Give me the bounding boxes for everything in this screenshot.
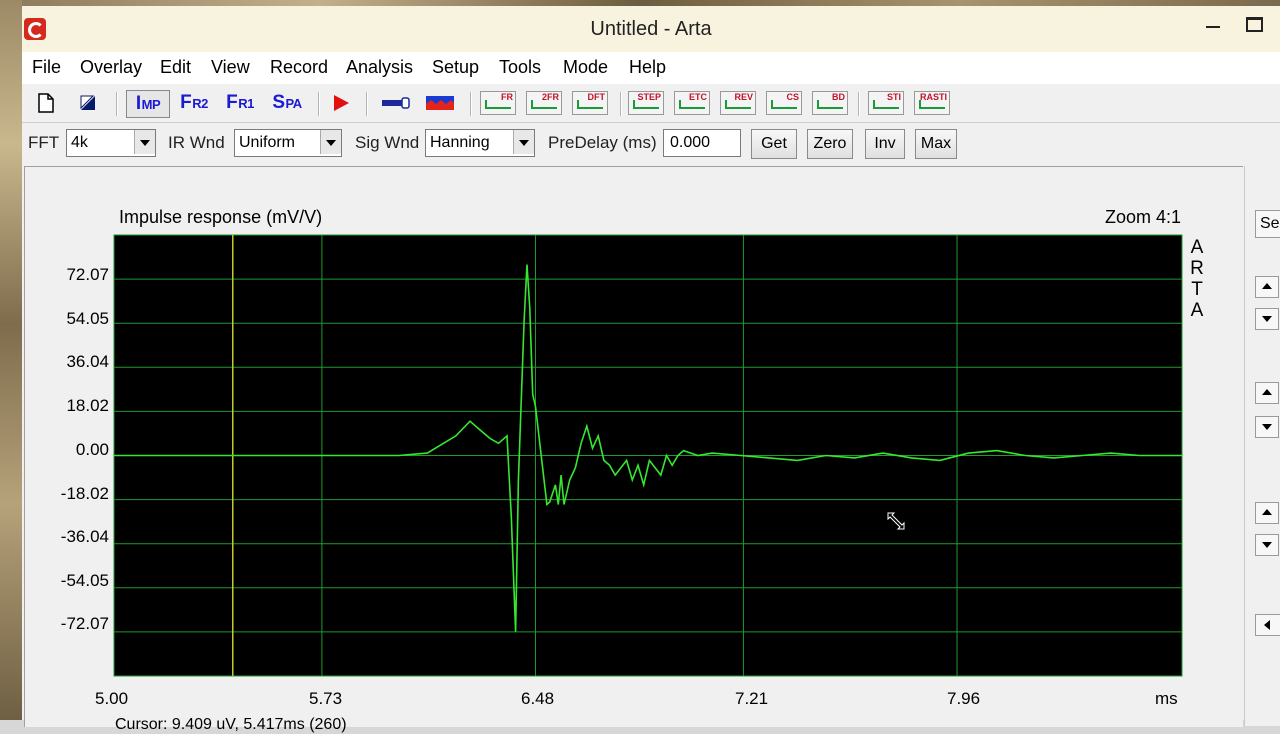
- signal-level-icon[interactable]: [424, 90, 456, 116]
- mode-fr2-main: F: [180, 92, 192, 113]
- sig-wnd-select[interactable]: Hanning: [425, 129, 535, 157]
- generator-icon[interactable]: [380, 90, 412, 116]
- etc-graph-button[interactable]: ETC: [674, 90, 710, 116]
- set-button[interactable]: Se: [1255, 210, 1280, 238]
- x-tick-label: 7.21: [735, 689, 769, 708]
- mode-fr1-main: F: [226, 92, 238, 113]
- menu-help[interactable]: Help: [629, 57, 666, 78]
- menu-analysis[interactable]: Analysis: [346, 57, 413, 78]
- plot-panel: Impulse response (mV/V) Zoom 4:1 ARTA 72…: [24, 166, 1243, 733]
- minimize-button[interactable]: [1202, 14, 1226, 38]
- menu-mode[interactable]: Mode: [563, 57, 608, 78]
- fft-select[interactable]: 4k: [66, 129, 156, 157]
- menu-tools[interactable]: Tools: [499, 57, 541, 78]
- open-arrow-icon[interactable]: [76, 90, 100, 116]
- arta-window: Untitled - Arta File Overlay Edit View R…: [22, 6, 1280, 733]
- mode-spa-sub: PA: [285, 96, 303, 111]
- mode-fr1-sub: R1: [238, 96, 254, 111]
- impulse-response-chart[interactable]: [25, 167, 1243, 727]
- x-tick-label: 6.48: [521, 689, 555, 708]
- impulse-mode-button[interactable]: IMP: [126, 90, 170, 118]
- x-axis-unit: ms: [1155, 689, 1178, 708]
- zero-button[interactable]: Zero: [807, 129, 853, 159]
- x-tick-label: 5.00: [95, 689, 129, 708]
- range-down-button[interactable]: [1255, 416, 1279, 438]
- offset-up-button[interactable]: [1255, 502, 1279, 524]
- mode-imp-sub: MP: [141, 97, 161, 112]
- menu-bar: File Overlay Edit View Record Analysis S…: [22, 52, 1280, 84]
- chevron-down-icon[interactable]: [320, 130, 341, 154]
- menu-file[interactable]: File: [32, 57, 61, 78]
- toolbar-separator: [318, 92, 320, 116]
- x-tick-label: 7.96: [947, 689, 981, 708]
- window-title: Untitled - Arta: [590, 18, 712, 40]
- sig-wnd-value: Hanning: [430, 134, 490, 151]
- fft-label: FFT: [28, 133, 60, 152]
- toolbar-separator: [116, 92, 118, 116]
- fr1-mode-button[interactable]: FR1: [220, 90, 260, 116]
- play-icon[interactable]: [328, 90, 354, 116]
- right-control-panel: Se: [1244, 166, 1280, 726]
- title-bar[interactable]: Untitled - Arta: [22, 6, 1280, 52]
- new-file-icon[interactable]: [34, 90, 58, 116]
- predelay-value: 0.000: [670, 134, 711, 151]
- inv-button[interactable]: Inv: [865, 129, 905, 159]
- fr2-mode-button[interactable]: FR2: [174, 90, 214, 116]
- y-tick-label: -72.07: [60, 614, 109, 633]
- y-tick-label: -18.02: [60, 484, 109, 503]
- ir-wnd-label: IR Wnd: [168, 133, 225, 152]
- toolbar-separator: [620, 92, 622, 116]
- menu-overlay[interactable]: Overlay: [80, 57, 142, 78]
- chevron-down-icon[interactable]: [134, 130, 155, 154]
- desktop-background-left: [0, 0, 22, 720]
- step-graph-button[interactable]: STEP: [628, 90, 664, 116]
- cursor-readout: Cursor: 9.409 uV, 5.417ms (260): [115, 716, 347, 733]
- rev-graph-button[interactable]: REV: [720, 90, 756, 116]
- toolbar-separator: [366, 92, 368, 116]
- mode-fr2-sub: R2: [192, 96, 208, 111]
- toolbar: IMP FR2 FR1 SPA FR 2FR DFT STEP ETC REV …: [22, 84, 1280, 123]
- top-scale-up-button[interactable]: [1255, 276, 1279, 298]
- menu-view[interactable]: View: [211, 57, 250, 78]
- dft-graph-button[interactable]: DFT: [572, 90, 608, 116]
- y-tick-label: -54.05: [60, 571, 109, 590]
- menu-edit[interactable]: Edit: [160, 57, 191, 78]
- bd-graph-button[interactable]: BD: [812, 90, 848, 116]
- rasti-graph-button[interactable]: RASTI: [914, 90, 950, 116]
- sti-graph-button[interactable]: STI: [868, 90, 904, 116]
- offset-down-button[interactable]: [1255, 534, 1279, 556]
- y-tick-label: 18.02: [66, 396, 109, 415]
- menu-setup[interactable]: Setup: [432, 57, 479, 78]
- sig-wnd-label: Sig Wnd: [355, 133, 420, 152]
- mode-imp-main: I: [135, 93, 141, 114]
- mode-spa-main: S: [272, 92, 285, 113]
- top-scale-down-button[interactable]: [1255, 308, 1279, 330]
- parameters-bar: FFT 4k IR Wnd Uniform Sig Wnd Hanning Pr…: [22, 123, 1280, 163]
- ir-wnd-select[interactable]: Uniform: [234, 129, 342, 157]
- 2fr-graph-button[interactable]: 2FR: [526, 90, 562, 116]
- menu-record[interactable]: Record: [270, 57, 328, 78]
- predelay-input[interactable]: 0.000: [663, 129, 741, 157]
- scroll-left-button[interactable]: [1255, 614, 1280, 636]
- y-tick-label: 36.04: [66, 352, 109, 371]
- spa-mode-button[interactable]: SPA: [266, 90, 308, 116]
- chevron-down-icon[interactable]: [513, 130, 534, 154]
- y-tick-label: 72.07: [66, 265, 109, 284]
- toolbar-separator: [470, 92, 472, 116]
- fr-graph-button[interactable]: FR: [480, 90, 516, 116]
- y-tick-label: 0.00: [75, 440, 109, 459]
- get-button[interactable]: Get: [751, 129, 797, 159]
- maximize-button[interactable]: [1244, 14, 1264, 34]
- y-tick-label: -36.04: [60, 527, 109, 546]
- range-up-button[interactable]: [1255, 382, 1279, 404]
- resize-cursor-icon: [887, 512, 905, 530]
- cs-graph-button[interactable]: CS: [766, 90, 802, 116]
- max-button[interactable]: Max: [915, 129, 957, 159]
- ir-wnd-value: Uniform: [239, 134, 296, 151]
- y-tick-label: 54.05: [66, 309, 109, 328]
- predelay-label: PreDelay (ms): [548, 133, 657, 152]
- x-tick-label: 5.73: [309, 689, 343, 708]
- fft-value: 4k: [71, 134, 88, 151]
- toolbar-separator: [858, 92, 860, 116]
